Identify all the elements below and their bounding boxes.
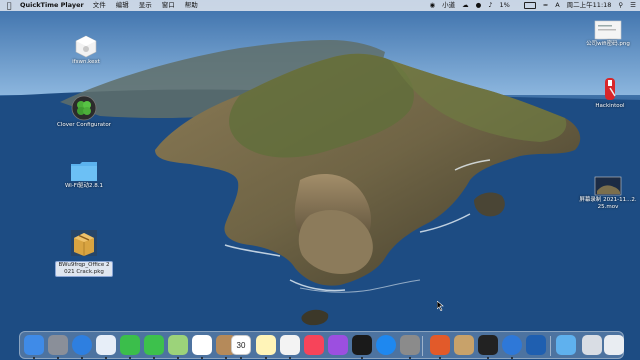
desktop-item-label: Clover Configurator: [57, 122, 111, 128]
running-indicator: [105, 357, 107, 359]
trash-icon[interactable]: [604, 335, 624, 355]
volume-icon[interactable]: ♪: [488, 0, 492, 11]
desktop-item-label: ifswn.kext: [72, 59, 100, 65]
apple-menu-icon[interactable]: : [4, 0, 14, 11]
dock-separator: [550, 336, 551, 356]
spotlight-search-icon[interactable]: ⚲: [618, 0, 623, 11]
desktop-item-hackintool[interactable]: Hackintool: [580, 76, 640, 110]
running-indicator: [33, 357, 35, 359]
record-status-icon[interactable]: ◉: [429, 0, 435, 11]
archive-utility-icon[interactable]: [454, 335, 474, 355]
running-indicator: [409, 357, 411, 359]
screen-capture-icon[interactable]: [526, 335, 546, 355]
photos-app-icon[interactable]: [96, 335, 116, 355]
desktop:  QuickTime Player 文件 编辑 显示 窗口 帮助 ◉ 小道 ☁…: [0, 0, 640, 360]
safari-icon[interactable]: [72, 335, 92, 355]
running-indicator: [439, 357, 441, 359]
office-icon[interactable]: [430, 335, 450, 355]
menu-help[interactable]: 帮助: [185, 0, 198, 11]
calendar-icon[interactable]: 30: [231, 335, 251, 355]
cloud-icon[interactable]: ☁: [462, 0, 469, 11]
running-indicator: [57, 357, 59, 359]
desktop-item-office-pkg[interactable]: BWu9frqp_Office 2021 Crack.pkg: [54, 228, 114, 277]
desktop-item-clover-configurator[interactable]: Clover Configurator: [54, 95, 114, 129]
desktop-item-label: 公司wifi密码.png: [586, 41, 630, 47]
apple-tv-icon[interactable]: [352, 335, 372, 355]
running-indicator: [201, 357, 203, 359]
running-indicator: [153, 357, 155, 359]
messages-icon[interactable]: [144, 335, 164, 355]
launchpad-icon[interactable]: [48, 335, 68, 355]
app-store-icon[interactable]: [376, 335, 396, 355]
desktop-item-screen-recording[interactable]: 屏幕录制 2021-11...2.25.mov: [578, 176, 638, 211]
running-indicator: [487, 357, 489, 359]
menu-view[interactable]: 显示: [139, 0, 152, 11]
control-center-icon[interactable]: ☰: [630, 0, 636, 11]
video-file-icon: [594, 176, 622, 196]
running-indicator: [225, 357, 227, 359]
podcasts-icon[interactable]: [328, 335, 348, 355]
running-indicator: [361, 357, 363, 359]
menu-file[interactable]: 文件: [93, 0, 106, 11]
status-user-label[interactable]: 小道: [442, 0, 455, 11]
music-icon[interactable]: [304, 335, 324, 355]
desktop-item-label: BWu9frqp_Office 2021 Crack.pkg: [55, 261, 113, 277]
dock-separator: [422, 336, 423, 356]
system-preferences-icon[interactable]: [400, 335, 420, 355]
running-indicator: [129, 357, 131, 359]
password-icon[interactable]: ●: [476, 0, 482, 11]
notes-icon[interactable]: [256, 335, 276, 355]
running-indicator: [81, 357, 83, 359]
clock-label[interactable]: 周二上午11:18: [567, 0, 612, 11]
running-indicator: [265, 357, 267, 359]
reminders-icon[interactable]: [280, 335, 300, 355]
facetime-icon[interactable]: [120, 335, 140, 355]
desktop-item-wifi-driver-folder[interactable]: Wi-Fi驱动2.8.1: [54, 160, 114, 190]
running-indicator: [289, 357, 291, 359]
menu-bar:  QuickTime Player 文件 编辑 显示 窗口 帮助 ◉ 小道 ☁…: [0, 0, 640, 11]
finder-icon[interactable]: [24, 335, 44, 355]
package-icon: [71, 230, 97, 256]
desktop-item-ifswn-kext[interactable]: ifswn.kext: [56, 34, 116, 66]
menu-app-name[interactable]: QuickTime Player: [20, 0, 84, 11]
clover-icon: [71, 95, 97, 121]
desktop-item-label: Hackintool: [595, 103, 625, 109]
photos-icon[interactable]: [192, 335, 212, 355]
desktop-item-wifi-password-png[interactable]: 公司wifi密码.png: [578, 20, 638, 48]
mouse-cursor-icon: [437, 301, 444, 311]
desktop-item-label: Wi-Fi驱动2.8.1: [64, 183, 104, 189]
kext-file-icon: [75, 35, 97, 58]
maps-icon[interactable]: [168, 335, 188, 355]
battery-percent[interactable]: 1%: [499, 0, 509, 11]
folder-icon: [71, 162, 97, 181]
terminal-icon[interactable]: [478, 335, 498, 355]
keyboard-input-icon[interactable]: A: [555, 0, 559, 11]
hackintool-icon: [605, 78, 616, 100]
menu-window[interactable]: 窗口: [162, 0, 175, 11]
desktop-item-label: 屏幕录制 2021-11...2.25.mov: [579, 197, 637, 210]
menu-edit[interactable]: 编辑: [116, 0, 129, 11]
calendar-day-label: 30: [236, 341, 246, 350]
running-indicator: [511, 357, 513, 359]
battery-icon[interactable]: [517, 0, 536, 11]
status-area: ◉ 小道 ☁ ● ♪ 1% ≈ A 周二上午11:18 ⚲ ☰: [422, 0, 636, 11]
downloads-folder-icon[interactable]: [556, 335, 576, 355]
wifi-icon[interactable]: ≈: [543, 0, 548, 11]
image-file-icon: [594, 20, 622, 40]
desktop-stack-icon[interactable]: [582, 335, 602, 355]
quicktime-icon[interactable]: [502, 335, 522, 355]
running-indicator: [177, 357, 179, 359]
dock: 30: [19, 331, 624, 359]
running-indicator: [240, 357, 242, 359]
